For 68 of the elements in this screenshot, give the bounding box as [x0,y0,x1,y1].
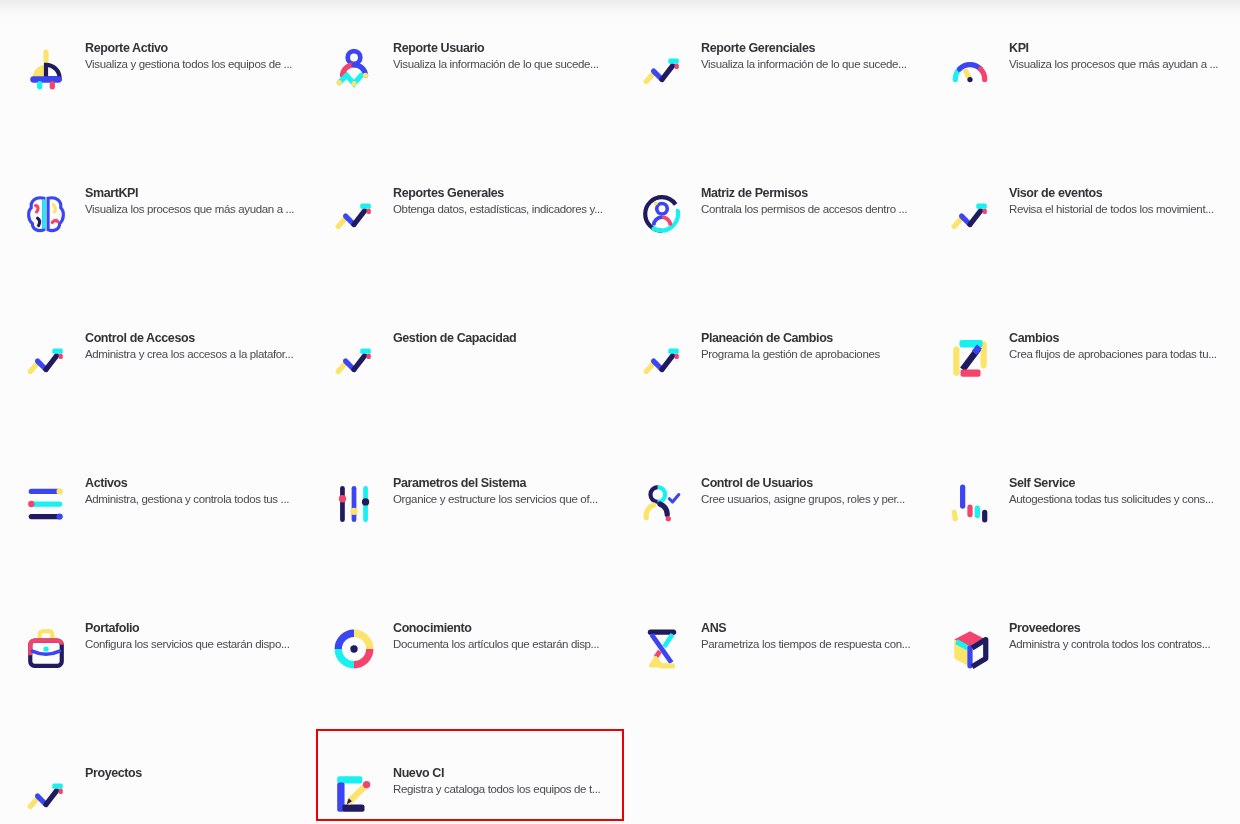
app-tile[interactable]: Proyectos [8,729,316,821]
ring-icon [333,628,375,670]
app-tile[interactable]: Visor de eventos Revisa el historial de todos los movimient... [932,149,1240,241]
app-description: Obtenga datos, estadísticas, indicadores y... [393,202,603,217]
app-title: Cambios [1009,330,1060,347]
app-title: Control de Usuarios [701,475,814,492]
app-tile[interactable]: Proveedores Administra y controla todos los contratos... [932,584,1240,676]
app-title: Parametros del Sistema [393,475,528,492]
app-description: Cree usuarios, asigne grupos, roles y per... [701,492,905,507]
app-description: Configura los servicios que estarán dispo... [85,637,290,652]
app-description: Contrala los permisos de accesos dentro ... [701,202,908,217]
app-title: Nuevo CI [393,765,445,782]
app-title: Activos [85,475,129,492]
app-description: Organice y estructure los servicios que of... [393,492,598,507]
app-tile[interactable]: Reporte Gerenciales Visualiza la información de lo que sucede... [624,4,932,96]
app-description: Administra, gestiona y controla todos tus ... [85,492,290,507]
brain-icon [25,193,67,235]
app-tile[interactable]: Self Service Autogestiona todas tus solicitudes y cons... [932,439,1240,531]
app-description: Programa la gestión de aprobaciones [701,347,880,362]
app-tile[interactable]: Control de Usuarios Cree usuarios, asigne grupos, roles y per... [624,439,932,531]
app-description: Administra y controla todos los contratos... [1009,637,1211,652]
app-tile[interactable]: Parametros del Sistema Organice y estructure los servicios que of... [316,439,624,531]
app-description: Documenta los artículos que estarán disp... [393,637,600,652]
app-title: Conocimiento [393,620,473,637]
app-tile[interactable]: Portafolio Configura los servicios que estarán dispo... [8,584,316,676]
app-title: Planeación de Cambios [701,330,834,347]
app-title: Reporte Usuario [393,40,486,57]
app-description: Visualiza y gestiona todos los equipos de ... [85,57,293,72]
app-title: Matriz de Permisos [701,185,809,202]
app-description: Crea flujos de aprobaciones para todas tu... [1009,347,1217,362]
app-tile[interactable]: Activos Administra, gestiona y controla todos tus ... [8,439,316,531]
app-title: SmartKPI [85,185,140,202]
app-description: Revisa el historial de todos los movimient... [1009,202,1214,217]
app-title: Portafolio [85,620,141,637]
briefcase-icon [25,628,67,670]
app-title: Reporte Gerenciales [701,40,816,57]
app-tile[interactable]: Gestion de Capacidad [316,294,624,386]
app-tile[interactable]: Reporte Usuario Visualiza la información de lo que sucede... [316,4,624,96]
app-title: ANS [701,620,728,637]
app-description: Visualiza los procesos que más ayudan a ... [1009,57,1219,72]
app-tile[interactable]: Cambios Crea flujos de aprobaciones para todas tu... [932,294,1240,386]
app-title: Proveedores [1009,620,1082,637]
app-tile[interactable]: Conocimiento Documenta los artículos que estarán disp... [316,584,624,676]
app-title: Proyectos [85,765,142,782]
app-description: Parametriza los tiempos de respuesta con... [701,637,911,652]
app-tile[interactable]: KPI Visualiza los procesos que más ayudan a ... [932,4,1240,96]
app-tile[interactable]: Reporte Activo Visualiza y gestiona todos los equipos de ... [8,4,316,96]
app-title: Control de Accesos [85,330,196,347]
app-tile[interactable]: Nuevo CI Registra y cataloga todos los equipos de t... [316,729,624,821]
app-tile[interactable]: Planeación de Cambios Programa la gestión de aprobaciones [624,294,932,386]
app-title: KPI [1009,40,1030,57]
app-description: Registra y cataloga todos los equipos de t... [393,782,601,797]
app-tile[interactable]: Control de Accesos Administra y crea los accesos a la platafor... [8,294,316,386]
app-description: Autogestiona todas tus solicitudes y cons... [1009,492,1214,507]
app-title: Visor de eventos [1009,185,1104,202]
app-title: Gestion de Capacidad [393,330,517,347]
user-circle-icon [641,193,683,235]
app-description: Visualiza los procesos que más ayudan a ... [85,202,295,217]
app-description: Administra y crea los accesos a la platafor... [85,347,294,362]
app-title: Reporte Activo [85,40,169,57]
app-tile[interactable]: Matriz de Permisos Contrala los permisos de accesos dentro ... [624,149,932,241]
app-description: Visualiza la información de lo que sucede... [393,57,599,72]
app-title: Self Service [1009,475,1077,492]
app-title: Reportes Generales [393,185,505,202]
app-tile[interactable]: ANS Parametriza los tiempos de respuesta con... [624,584,932,676]
app-tile[interactable]: SmartKPI Visualiza los procesos que más ayudan a ... [8,149,316,241]
app-description: Visualiza la información de lo que sucede... [701,57,907,72]
app-tile[interactable]: Reportes Generales Obtenga datos, estadísticas, indicadores y... [316,149,624,241]
